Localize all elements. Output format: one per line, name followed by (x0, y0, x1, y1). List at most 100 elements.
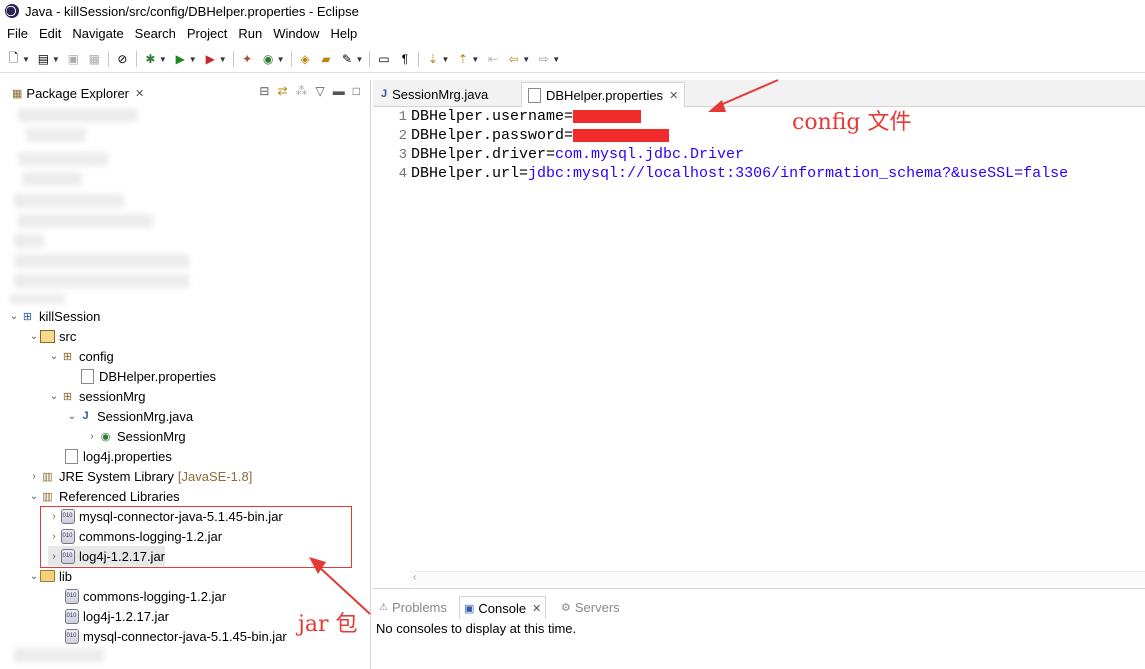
editor-area: J SessionMrg.java DBHelper.properties ✕ … (373, 80, 1145, 589)
skip-breakpoints-icon[interactable]: ⊘ (115, 52, 130, 67)
new-icon[interactable]: 🗋 (6, 51, 21, 67)
tree-item-dbhelper-properties[interactable]: DBHelper.properties (80, 366, 216, 386)
tree-item-lib-jar-mysql[interactable]: 010 mysql-connector-java-5.1.45-bin.jar (64, 626, 287, 646)
menu-search[interactable]: Search (135, 26, 176, 41)
external-tools-icon[interactable]: ▶ (203, 52, 218, 67)
new-java-project-icon[interactable]: ✦ (240, 52, 255, 67)
previous-annotation-dropdown-icon[interactable]: ▼ (471, 55, 479, 64)
tree-label-sessionmrg-java: SessionMrg.java (97, 408, 194, 424)
save-icon[interactable]: ▣ (66, 52, 81, 67)
search-icon[interactable]: ✎ (340, 52, 355, 67)
last-edit-icon[interactable]: ⇤ (485, 52, 500, 67)
code-line[interactable]: 1 DBHelper.username= (373, 107, 642, 126)
collapse-all-icon[interactable]: ⊟ (259, 84, 269, 98)
chevron-down-icon[interactable]: ⌄ (48, 351, 60, 362)
search-dropdown-icon[interactable]: ▼ (356, 55, 364, 64)
menu-project[interactable]: Project (187, 26, 227, 41)
line-number: 2 (398, 127, 407, 144)
package-explorer-tab[interactable]: ▦ Package Explorer ✕ (6, 82, 150, 104)
back-icon[interactable]: ⇦ (506, 52, 521, 67)
tree-item-referenced-libraries[interactable]: ⌄ ▥ Referenced Libraries (28, 486, 180, 506)
debug-icon[interactable]: ✱ (143, 52, 158, 67)
menu-navigate[interactable]: Navigate (72, 26, 123, 41)
view-toolbar: ⊟ ⇄ ⁂ ▽ ▬ □ (259, 84, 360, 98)
new-package-dropdown-icon[interactable]: ▼ (52, 55, 60, 64)
chevron-right-icon[interactable]: › (86, 431, 98, 442)
previous-annotation-icon[interactable]: ⇡ (455, 52, 470, 67)
tab-sessionmrg-java[interactable]: J SessionMrg.java (375, 82, 494, 106)
minimize-icon[interactable]: ▬ (333, 84, 345, 98)
tab-servers[interactable]: ⚙ Servers (557, 596, 624, 618)
toggle-block-selection-icon[interactable]: ▭ (376, 52, 391, 67)
chevron-down-icon[interactable]: ⌄ (8, 311, 20, 322)
save-all-icon[interactable]: ▦ (87, 52, 102, 67)
new-class-icon[interactable]: ◉ (261, 52, 276, 67)
back-dropdown-icon[interactable]: ▼ (522, 55, 530, 64)
toolbar-separator (369, 51, 371, 67)
menu-file[interactable]: File (7, 26, 28, 41)
new-class-dropdown-icon[interactable]: ▼ (277, 55, 285, 64)
tab-dbhelper-properties[interactable]: DBHelper.properties ✕ (521, 82, 686, 107)
chevron-down-icon[interactable]: ⌄ (28, 331, 40, 342)
new-package-icon[interactable]: ▤ (36, 52, 51, 67)
chevron-down-icon[interactable]: ⌄ (48, 391, 60, 402)
tree-item-lib-folder[interactable]: ⌄ lib (28, 566, 72, 586)
close-icon[interactable]: ✕ (532, 602, 541, 615)
menu-window[interactable]: Window (273, 26, 319, 41)
chevron-right-icon[interactable]: › (28, 471, 40, 482)
toolbar-separator (290, 51, 292, 67)
code-line[interactable]: 2 DBHelper.password= (373, 126, 670, 145)
debug-dropdown-icon[interactable]: ▼ (159, 55, 167, 64)
toolbar-separator (107, 51, 109, 67)
tree-item-config[interactable]: ⌄ ⊞ config (48, 346, 114, 366)
tree-item-sessionmrg-java[interactable]: ⌄ J SessionMrg.java (66, 406, 193, 426)
run-icon[interactable]: ▶ (173, 52, 188, 67)
tab-problems[interactable]: ⚠ Problems (375, 596, 451, 618)
tree-label-lib: lib (59, 568, 73, 584)
properties-file-icon (80, 368, 95, 384)
tab-console[interactable]: ▣ Console ✕ (459, 596, 547, 619)
forward-icon[interactable]: ⇨ (536, 52, 551, 67)
chevron-down-icon[interactable]: ⌄ (28, 491, 40, 502)
open-folder-icon[interactable]: ▰ (319, 52, 334, 67)
tree-item-sessionmrg-class[interactable]: › ◉ SessionMrg (86, 426, 185, 446)
forward-dropdown-icon[interactable]: ▼ (552, 55, 560, 64)
open-type-icon[interactable]: ◈ (298, 52, 313, 67)
run-dropdown-icon[interactable]: ▼ (189, 55, 197, 64)
jar-highlight-box (40, 506, 352, 568)
tree-item-project[interactable]: ⌄ ⊞ killSession (8, 306, 101, 326)
new-dropdown-icon[interactable]: ▼ (22, 55, 30, 64)
next-annotation-dropdown-icon[interactable]: ▼ (441, 55, 449, 64)
maximize-icon[interactable]: □ (353, 84, 360, 98)
package-explorer-title: Package Explorer (26, 85, 130, 101)
menu-edit[interactable]: Edit (39, 26, 61, 41)
java-project-icon: ⊞ (22, 310, 33, 323)
tree-item-log4j-properties[interactable]: log4j.properties (64, 446, 172, 466)
chevron-down-icon[interactable]: ⌄ (66, 411, 78, 422)
package-icon: ⊞ (62, 390, 73, 403)
code-line[interactable]: 4 DBHelper.url= jdbc:mysql://localhost:3… (373, 164, 1069, 183)
tree-item-sessionmrg-package[interactable]: ⌄ ⊞ sessionMrg (48, 386, 146, 406)
horizontal-scrollbar[interactable]: ‹ (410, 571, 1145, 586)
close-icon[interactable]: ✕ (669, 89, 678, 102)
tree-label-log4j-props: log4j.properties (83, 448, 172, 464)
show-whitespace-icon[interactable]: ¶ (397, 52, 412, 67)
scroll-left-icon[interactable]: ‹ (413, 572, 416, 583)
tree-item-jre[interactable]: › ▥ JRE System Library [JavaSE-1.8] (28, 466, 252, 486)
chevron-down-icon[interactable]: ⌄ (28, 571, 40, 582)
tree-label-src: src (59, 328, 77, 344)
tree-item-lib-jar-commons-logging[interactable]: 010 commons-logging-1.2.jar (64, 586, 226, 606)
external-tools-dropdown-icon[interactable]: ▼ (219, 55, 227, 64)
next-annotation-icon[interactable]: ⇣ (425, 52, 440, 67)
menu-help[interactable]: Help (330, 26, 357, 41)
view-menu-icon[interactable]: ▽ (316, 84, 325, 98)
library-icon: ▥ (42, 490, 53, 503)
menu-run[interactable]: Run (238, 26, 262, 41)
close-icon[interactable]: ✕ (135, 87, 144, 100)
link-with-editor-icon[interactable]: ⇄ (277, 84, 287, 98)
focus-icon[interactable]: ⁂ (296, 84, 308, 98)
property-value: jdbc:mysql://localhost:3306/information_… (528, 165, 1069, 182)
code-line[interactable]: 3 DBHelper.driver= com.mysql.jdbc.Driver (373, 145, 744, 164)
tree-item-lib-jar-log4j[interactable]: 010 log4j-1.2.17.jar (64, 606, 169, 626)
tree-item-src[interactable]: ⌄ src (28, 326, 77, 346)
